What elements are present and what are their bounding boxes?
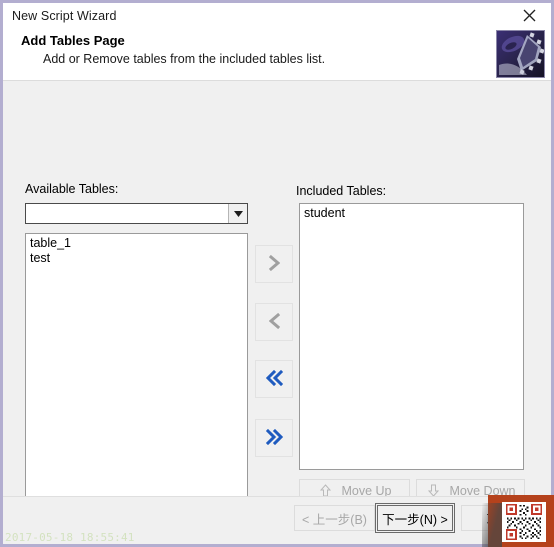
add-selected-button[interactable] xyxy=(255,245,293,283)
available-tables-listbox[interactable]: table_1 test xyxy=(25,233,248,502)
back-button[interactable]: < 上一步(B) xyxy=(294,505,375,531)
qr-code-icon xyxy=(502,502,546,542)
close-button[interactable] xyxy=(507,3,551,28)
available-tables-label: Available Tables: xyxy=(25,182,119,196)
page-title: Add Tables Page xyxy=(21,33,125,48)
window-title: New Script Wizard xyxy=(12,8,117,23)
available-tables-combobox[interactable] xyxy=(25,203,248,224)
list-item[interactable]: test xyxy=(26,251,247,266)
included-tables-label: Included Tables: xyxy=(296,184,387,198)
timestamp-watermark: 2017-05-18 18:55:41 xyxy=(5,531,135,544)
title-bar: New Script Wizard xyxy=(3,3,551,28)
gear-banner-image xyxy=(496,30,545,78)
remove-all-button[interactable] xyxy=(255,360,293,398)
remove-selected-button[interactable] xyxy=(255,303,293,341)
chevron-down-icon[interactable] xyxy=(228,204,247,223)
next-button[interactable]: 下一步(N) > xyxy=(375,503,455,533)
qr-sticker-shadow xyxy=(482,503,502,547)
add-all-button[interactable] xyxy=(255,419,293,457)
double-chevron-right-icon xyxy=(265,428,283,448)
qr-code-overlay xyxy=(482,495,554,547)
page-subtitle: Add or Remove tables from the included t… xyxy=(43,52,326,66)
included-tables-listbox[interactable]: student xyxy=(299,203,524,470)
dialog-body: Available Tables: Included Tables: table… xyxy=(3,81,551,544)
new-script-wizard-dialog: New Script Wizard Add Tables Page Add or… xyxy=(0,0,554,547)
double-chevron-left-icon xyxy=(265,369,283,389)
chevron-left-icon xyxy=(268,312,280,332)
wizard-header: Add Tables Page Add or Remove tables fro… xyxy=(3,28,551,81)
list-item[interactable]: student xyxy=(300,206,523,221)
chevron-right-icon xyxy=(268,254,280,274)
list-item[interactable]: table_1 xyxy=(26,236,247,251)
close-icon xyxy=(523,9,536,22)
